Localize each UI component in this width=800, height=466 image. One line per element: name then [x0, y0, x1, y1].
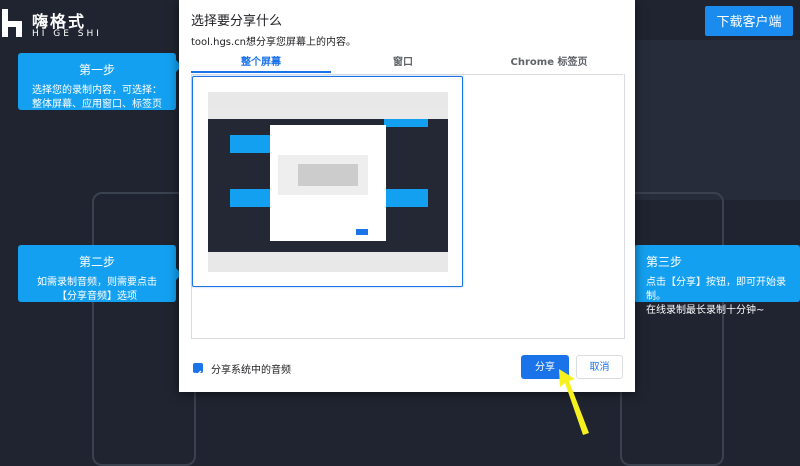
share-source-tabs: 整个屏幕 窗口 Chrome 标签页 [191, 55, 623, 75]
share-screen-dialog: 选择要分享什么 tool.hgs.cn想分享您屏幕上的内容。 整个屏幕 窗口 C… [179, 0, 635, 392]
tab-entire-screen[interactable]: 整个屏幕 [191, 55, 331, 73]
step-text-line: 在线录制最长录制十分钟~ [646, 305, 765, 316]
step-text-line: 【分享音频】选项 [57, 291, 137, 302]
step-text-line: 选择您的录制内容，可选择： [32, 85, 162, 96]
share-source-list [191, 74, 625, 339]
step-title: 第三步 [646, 255, 683, 269]
tab-chrome-tab[interactable]: Chrome 标签页 [475, 55, 623, 73]
background-laptop-right [620, 192, 724, 466]
step-two-card: 第二步 如需录制音频，则需要点击 【分享音频】选项 [18, 245, 176, 302]
step-text-line: 如需录制音频，则需要点击 [37, 277, 157, 288]
screen-preview-image [208, 109, 448, 252]
screen-option[interactable] [192, 76, 463, 287]
download-client-button[interactable]: 下载客户端 [705, 6, 793, 36]
yellow-arrow-icon [559, 369, 589, 435]
share-audio-checkbox[interactable] [193, 363, 203, 377]
step-text-line: 点击【分享】按钮，即可开始录制。 [646, 277, 786, 302]
step-title: 第一步 [78, 63, 115, 77]
logo-subtext: HI GE SHI [32, 29, 102, 39]
screen-preview-graphic [208, 109, 448, 241]
tab-window[interactable]: 窗口 [331, 55, 475, 73]
step-text-line: 整体屏幕、应用窗口、标签页 [32, 99, 162, 110]
step-one-card: 第一步 选择您的录制内容，可选择： 整体屏幕、应用窗口、标签页 [18, 53, 176, 110]
dialog-title: 选择要分享什么 [191, 14, 283, 29]
step-title: 第二步 [78, 255, 115, 269]
screen-thumbnail [208, 92, 448, 272]
dialog-subtitle: tool.hgs.cn想分享您屏幕上的内容。 [191, 37, 357, 48]
logo-mark-icon [2, 9, 22, 37]
app-logo: 嗨格式 HI GE SHI [0, 5, 110, 43]
share-audio-label: 分享系统中的音频 [211, 365, 291, 376]
checkmark-icon [194, 370, 202, 377]
step-three-card: 第三步 点击【分享】按钮，即可开始录制。 在线录制最长录制十分钟~ [634, 245, 800, 316]
